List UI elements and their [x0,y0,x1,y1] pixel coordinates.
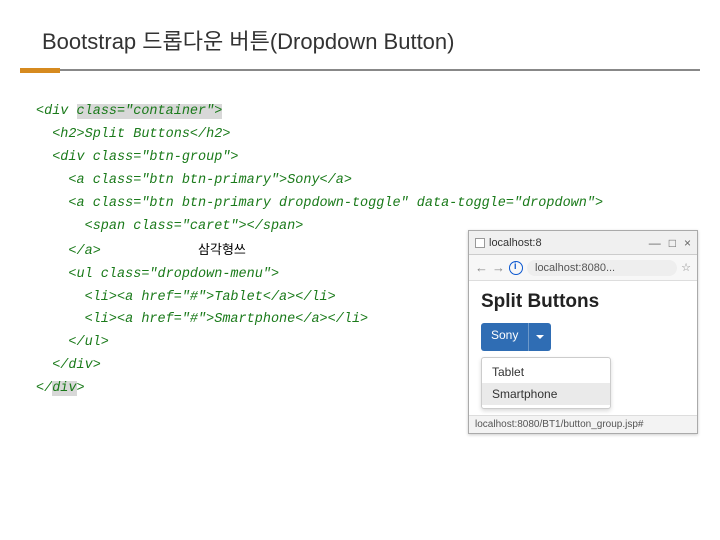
code-annotation: 삼각형쓰 [198,242,246,257]
code-text: <div [36,104,77,119]
dropdown-item-tablet[interactable]: Tablet [482,361,610,383]
code-highlight: div [52,381,76,396]
code-highlight: class="container"> [77,104,223,119]
minimize-icon[interactable]: — [649,236,661,250]
browser-preview: localhost:8 — □ × ← → localhost:8080... … [468,230,698,434]
forward-icon[interactable]: → [492,260,505,275]
browser-titlebar: localhost:8 — □ × [469,231,697,255]
split-button-main[interactable]: Sony [481,323,528,351]
page-heading: Split Buttons [481,291,685,313]
browser-addressbar: ← → localhost:8080... ☆ [469,255,697,281]
divider-bar [60,69,700,71]
maximize-icon[interactable]: □ [669,236,676,250]
tab-label: localhost:8 [489,237,542,249]
browser-tab[interactable]: localhost:8 [475,237,542,249]
code-line: <a class="btn btn-primary">Sony</a> [36,170,684,193]
browser-body: Split Buttons Sony Tablet Smartphone [469,281,697,415]
code-text: > [77,381,85,396]
code-line: <div class="container"> [36,101,684,124]
slide-title: Bootstrap 드롭다운 버튼(Dropdown Button) [0,0,720,68]
split-button: Sony [481,323,551,351]
code-line: <a class="btn btn-primary dropdown-toggl… [36,193,684,216]
address-text[interactable]: localhost:8080... [527,260,677,276]
window-controls: — □ × [649,236,691,250]
accent-bar [20,68,60,73]
back-icon[interactable]: ← [475,260,488,275]
page-icon [475,238,485,248]
split-button-caret[interactable] [528,323,551,351]
code-line: <h2>Split Buttons</h2> [36,124,684,147]
dropdown-item-smartphone[interactable]: Smartphone [482,383,610,405]
title-underline [20,68,700,73]
code-line: <div class="btn-group"> [36,147,684,170]
browser-statusbar: localhost:8080/BT1/button_group.jsp# [469,415,697,433]
dropdown-menu: Tablet Smartphone [481,357,611,409]
bookmark-icon[interactable]: ☆ [681,261,691,274]
code-text: </a> [36,244,101,259]
close-icon[interactable]: × [684,236,691,250]
site-info-icon[interactable] [509,261,523,275]
code-text: </ [36,381,52,396]
